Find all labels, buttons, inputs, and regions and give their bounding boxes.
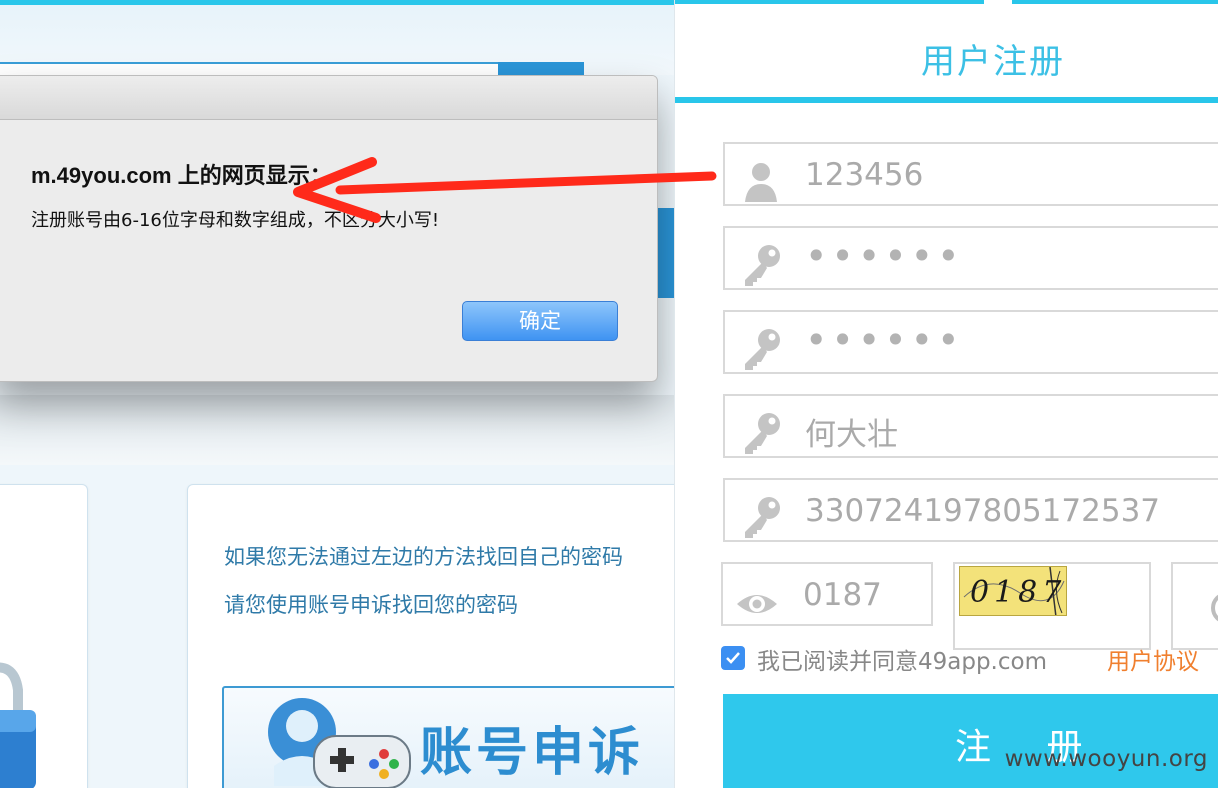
dialog-heading: m.49you.com 上的网页显示： — [31, 163, 332, 188]
background-input-field[interactable] — [0, 62, 584, 76]
id-number-field[interactable]: 330724197805172537 — [723, 478, 1218, 542]
captcha-image-box[interactable]: 0187 — [953, 562, 1151, 650]
username-value: 123456 — [805, 157, 924, 193]
password-field[interactable]: •••••• — [723, 226, 1218, 290]
real-name-value: 何大壮 — [805, 417, 898, 453]
alert-dialog: m.49you.com 上的网页显示： 注册账号由6-16位字母和数字组成，不区… — [0, 75, 658, 382]
panel-notch — [984, 0, 1012, 6]
confirm-password-field[interactable]: •••••• — [723, 310, 1218, 374]
password-value: •••••• — [805, 234, 964, 278]
checkmark-icon — [726, 652, 740, 664]
confirm-password-value: •••••• — [805, 318, 964, 362]
real-name-field[interactable]: 何大壮 — [723, 394, 1218, 458]
dialog-titlebar[interactable] — [0, 76, 657, 120]
dialog-message: 注册账号由6-16位字母和数字组成，不区分大小写! — [31, 210, 440, 231]
captcha-image-text: 0187 — [970, 575, 1067, 610]
gamepad-icon — [268, 698, 411, 788]
key-icon — [745, 245, 780, 286]
refresh-icon — [1211, 594, 1218, 622]
card-text-line2: 请您使用账号申诉找回您的密码 — [224, 593, 518, 617]
user-agreement-link[interactable]: 用户协议 — [1107, 642, 1199, 676]
refresh-captcha-button[interactable] — [1171, 562, 1218, 650]
background-input-button[interactable] — [498, 62, 584, 76]
captcha-value: 0187 — [803, 577, 882, 613]
card-text-line1: 如果您无法通过左边的方法找回自己的密码 — [224, 545, 623, 569]
username-field[interactable]: 123456 — [723, 142, 1218, 206]
lock-icon — [0, 662, 36, 788]
panel-top-accent — [675, 0, 1218, 4]
agreement-checkbox[interactable] — [721, 646, 745, 670]
key-icon — [745, 329, 780, 370]
register-button[interactable]: 注 册 — [723, 694, 1218, 788]
registration-panel: 用户注册 123456 •••••• •••••• 何大壮 3307241978… — [674, 0, 1218, 788]
eye-icon — [737, 595, 777, 613]
key-icon — [745, 413, 780, 454]
key-icon — [745, 497, 780, 538]
account-appeal-button[interactable]: 账号申诉 — [222, 686, 674, 788]
title-underline — [675, 97, 1218, 103]
captcha-input[interactable]: 0187 — [721, 562, 933, 626]
id-number-value: 330724197805172537 — [805, 493, 1161, 529]
background-mid-panel — [0, 395, 674, 465]
ok-button[interactable]: 确定 — [462, 301, 618, 341]
account-appeal-label: 账号申诉 — [420, 723, 645, 783]
agreement-text: 我已阅读并同意49app.com — [757, 649, 1047, 675]
watermark: www.wooyun.org — [1004, 746, 1208, 772]
user-icon — [745, 163, 777, 202]
captcha-image[interactable]: 0187 — [959, 566, 1067, 616]
registration-title: 用户注册 — [921, 42, 1065, 82]
